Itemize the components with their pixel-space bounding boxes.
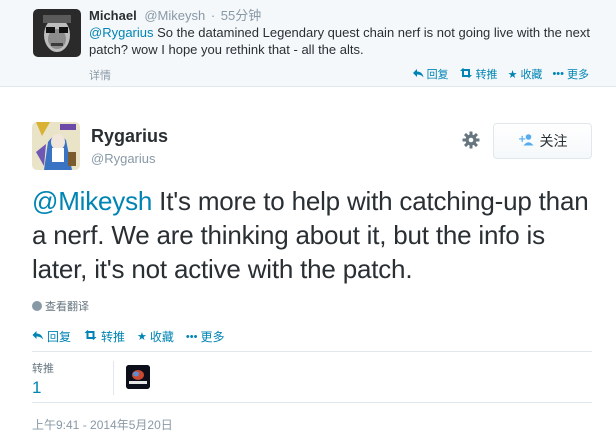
more-dots-icon: ••• xyxy=(552,68,564,80)
separator-dot: · xyxy=(210,8,216,23)
main-author-handle[interactable]: @Rygarius xyxy=(91,151,156,166)
user-actions-button[interactable] xyxy=(460,131,482,153)
globe-icon xyxy=(32,301,42,311)
retweets-label: 转推 xyxy=(32,363,54,375)
favorite-label: 收藏 xyxy=(149,330,174,344)
details-link[interactable]: 详情 xyxy=(89,67,111,83)
favorite-button[interactable]: ★ 收藏 xyxy=(508,66,543,82)
reply-icon xyxy=(412,68,424,81)
add-user-icon: + xyxy=(518,133,534,149)
gear-icon xyxy=(462,131,480,154)
rygarius-avatar[interactable] xyxy=(32,122,80,170)
parent-author-name[interactable]: Michael xyxy=(89,8,137,23)
reply-label: 回复 xyxy=(426,69,449,81)
favorite-button[interactable]: ★ 收藏 xyxy=(137,328,174,345)
retweeter-avatar[interactable] xyxy=(126,365,150,389)
more-dots-icon: ••• xyxy=(185,330,198,343)
star-icon: ★ xyxy=(507,68,518,81)
main-tweet-actions: 回复 转推 ★ 收藏 ••• 更多 xyxy=(32,328,225,345)
reply-label: 回复 xyxy=(47,330,72,344)
mention-link[interactable]: @Rygarius xyxy=(89,25,154,40)
retweet-button[interactable]: 转推 xyxy=(459,66,498,82)
michael-avatar[interactable] xyxy=(33,9,81,57)
main-tweet-text: @Mikeysh It's more to help with catching… xyxy=(32,184,602,286)
retweet-stats[interactable]: 转推 1 xyxy=(32,360,54,398)
stats-separator xyxy=(113,361,114,395)
parent-tweet-actions: 回复 转推 ★ 收藏 ••• 更多 xyxy=(412,66,589,82)
retweets-count[interactable]: 1 xyxy=(32,378,54,398)
retweet-label: 转推 xyxy=(475,69,498,81)
more-label: 更多 xyxy=(200,330,225,344)
mention-link[interactable]: @Mikeysh xyxy=(32,186,152,216)
more-button[interactable]: ••• 更多 xyxy=(186,328,225,345)
retweet-icon xyxy=(83,330,98,343)
reply-button[interactable]: 回复 xyxy=(32,328,71,345)
follow-label: 关注 xyxy=(539,133,568,149)
more-button[interactable]: ••• 更多 xyxy=(552,66,589,82)
divider xyxy=(32,402,592,403)
parent-tweet[interactable]: Michael @Mikeysh · 55分钟 @Rygarius So the… xyxy=(0,0,616,87)
star-icon: ★ xyxy=(137,331,147,343)
follow-button[interactable]: + 关注 xyxy=(493,123,592,159)
parent-tweet-body: So the datamined Legendary quest chain n… xyxy=(89,25,591,57)
more-label: 更多 xyxy=(567,69,589,81)
tweet-timestamp[interactable]: 上午9:41 - 2014年5月20日 xyxy=(32,416,173,433)
reply-icon xyxy=(32,330,44,343)
parent-tweet-text: @Rygarius So the datamined Legendary que… xyxy=(89,24,599,58)
view-translation-link[interactable]: 查看翻译 xyxy=(32,298,89,314)
main-author-name[interactable]: Rygarius xyxy=(91,125,168,147)
parent-tweet-time[interactable]: 55分钟 xyxy=(221,8,261,23)
view-translation-label: 查看翻译 xyxy=(45,301,89,313)
retweet-icon xyxy=(459,67,473,81)
retweet-label: 转推 xyxy=(101,330,126,344)
divider xyxy=(32,351,592,352)
parent-author-handle[interactable]: @Mikeysh xyxy=(144,8,205,23)
favorite-label: 收藏 xyxy=(520,69,543,81)
reply-button[interactable]: 回复 xyxy=(412,66,449,82)
svg-text:+: + xyxy=(518,134,526,145)
parent-tweet-header: Michael @Mikeysh · 55分钟 xyxy=(89,8,261,24)
retweet-button[interactable]: 转推 xyxy=(83,328,125,345)
